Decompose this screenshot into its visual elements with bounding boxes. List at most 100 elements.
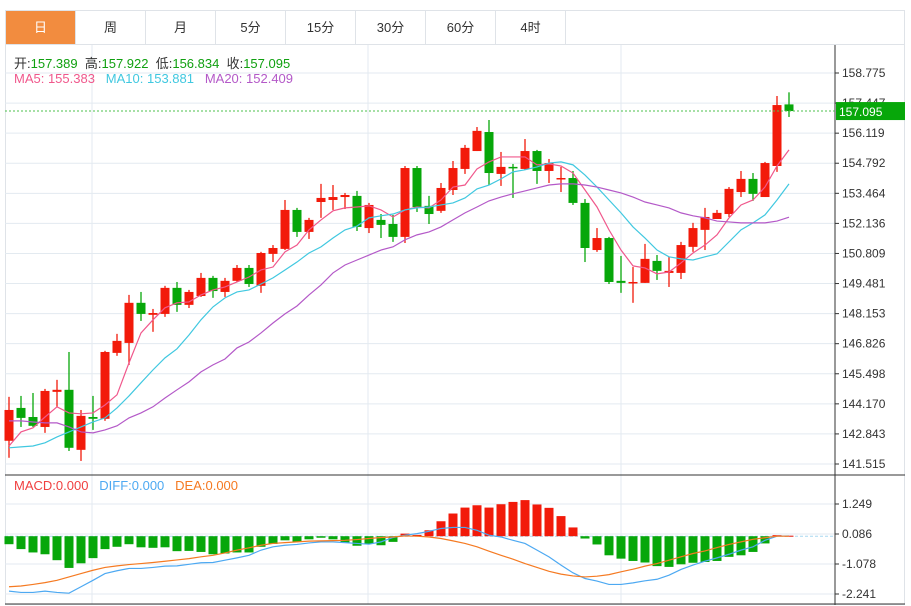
- macd-legend: MACD:0.000 DIFF:0.000 DEA:0.000: [14, 478, 238, 493]
- kline-chart[interactable]: 158.775157.447156.119154.792153.464152.1…: [0, 0, 911, 606]
- macd-bar-negative: [292, 536, 302, 542]
- macd-bar-negative: [604, 536, 614, 556]
- candle-down: [388, 223, 398, 237]
- macd-bar-negative: [148, 536, 158, 548]
- ma5-legend: MA5: 155.383: [14, 71, 95, 86]
- macd-bar-negative: [40, 536, 50, 555]
- price-tick-label: 150.809: [842, 246, 886, 260]
- macd-bar-negative: [664, 536, 674, 567]
- candle-up: [316, 197, 326, 203]
- price-tick-label: 152.136: [842, 216, 886, 230]
- candle-down: [244, 267, 254, 285]
- candle-up: [268, 247, 278, 254]
- low-value: 156.834: [172, 56, 220, 71]
- current-price-label: 157.095: [839, 105, 883, 119]
- macd-bar-positive: [520, 500, 530, 537]
- price-tick-label: 149.481: [842, 277, 886, 291]
- candle-up: [736, 178, 746, 193]
- macd-bar-negative: [616, 536, 626, 559]
- candle-up: [460, 147, 470, 169]
- candle-down: [568, 177, 578, 203]
- candle-up: [640, 258, 650, 283]
- macd-bar-negative: [184, 536, 194, 551]
- candle-down: [604, 238, 614, 282]
- macd-bar-negative: [640, 536, 650, 563]
- macd-bar-negative: [652, 536, 662, 567]
- candle-up: [520, 151, 530, 169]
- candle-up: [400, 168, 410, 237]
- ma-legend: MA5: 155.383 MA10: 153.881 MA20: 152.409: [14, 71, 293, 86]
- candle-up: [124, 302, 134, 343]
- price-tick-label: 141.515: [842, 457, 886, 471]
- candle-up: [340, 194, 350, 198]
- candle-up: [496, 166, 506, 174]
- price-tick-label: 153.464: [842, 186, 886, 200]
- candle-down: [412, 168, 422, 207]
- candle-up: [40, 390, 50, 427]
- macd-bar-positive: [484, 507, 494, 537]
- macd-bar-negative: [160, 536, 170, 548]
- candle-down: [64, 389, 74, 448]
- price-tick-label: 146.826: [842, 337, 886, 351]
- candle-up: [100, 351, 110, 419]
- candle-down: [748, 178, 758, 194]
- candle-down: [352, 195, 362, 227]
- candle-up: [52, 389, 62, 392]
- diff-legend-value: DIFF:0.000: [99, 478, 165, 493]
- candle-up: [760, 163, 770, 198]
- candle-down: [136, 302, 146, 314]
- price-tick-label: 142.843: [842, 427, 886, 441]
- candle-up: [556, 177, 566, 180]
- candle-down: [376, 219, 386, 225]
- candle-down: [292, 209, 302, 232]
- macd-bar-negative: [328, 536, 338, 540]
- candle-down: [652, 260, 662, 271]
- macd-tick-label: -1.078: [842, 557, 876, 571]
- macd-bar-negative: [700, 536, 710, 562]
- candle-down: [616, 280, 626, 283]
- macd-bar-positive: [496, 504, 506, 537]
- open-label: 开:: [14, 56, 31, 71]
- ma20-legend: MA20: 152.409: [204, 71, 294, 86]
- price-tick-label: 148.153: [842, 307, 886, 321]
- macd-bar-negative: [676, 536, 686, 565]
- macd-tick-label: 0.086: [842, 527, 872, 541]
- close-label: 收:: [226, 56, 244, 71]
- close-value: 157.095: [243, 56, 291, 71]
- macd-bar-positive: [460, 507, 470, 537]
- macd-bar-positive: [556, 516, 566, 537]
- high-value: 157.922: [101, 56, 149, 71]
- macd-bar-negative: [88, 536, 98, 559]
- candle-up: [712, 212, 722, 220]
- macd-bar-negative: [28, 536, 38, 553]
- price-tick-label: 144.170: [842, 397, 886, 411]
- macd-bar-negative: [340, 536, 350, 543]
- macd-tick-label: -2.241: [842, 587, 876, 601]
- candle-up: [472, 130, 482, 152]
- candle-down: [580, 202, 590, 248]
- macd-bar-negative: [736, 536, 746, 556]
- macd-bar-negative: [16, 536, 26, 550]
- candle-up: [724, 188, 734, 215]
- candle-up: [76, 415, 86, 450]
- macd-bar-negative: [196, 536, 206, 552]
- macd-bar-negative: [244, 536, 254, 553]
- macd-bar-negative: [316, 536, 326, 538]
- price-tick-label: 158.775: [842, 66, 886, 80]
- macd-bar-negative: [208, 536, 218, 555]
- macd-bar-negative: [64, 536, 74, 568]
- macd-bar-negative: [628, 536, 638, 561]
- ma10-legend: MA10: 153.881: [105, 71, 194, 86]
- macd-bar-positive: [544, 507, 554, 537]
- candle-up: [280, 209, 290, 249]
- candle-up: [628, 281, 638, 284]
- dea-legend-value: DEA:0.000: [175, 478, 239, 493]
- macd-bar-negative: [124, 536, 134, 545]
- macd-legend-value: MACD:0.000: [14, 478, 89, 493]
- price-tick-label: 154.792: [842, 156, 886, 170]
- macd-bar-negative: [136, 536, 146, 548]
- macd-bar-negative: [364, 536, 374, 544]
- low-label: 低:: [155, 56, 173, 71]
- candle-up: [688, 228, 698, 247]
- macd-bar-positive: [508, 501, 518, 537]
